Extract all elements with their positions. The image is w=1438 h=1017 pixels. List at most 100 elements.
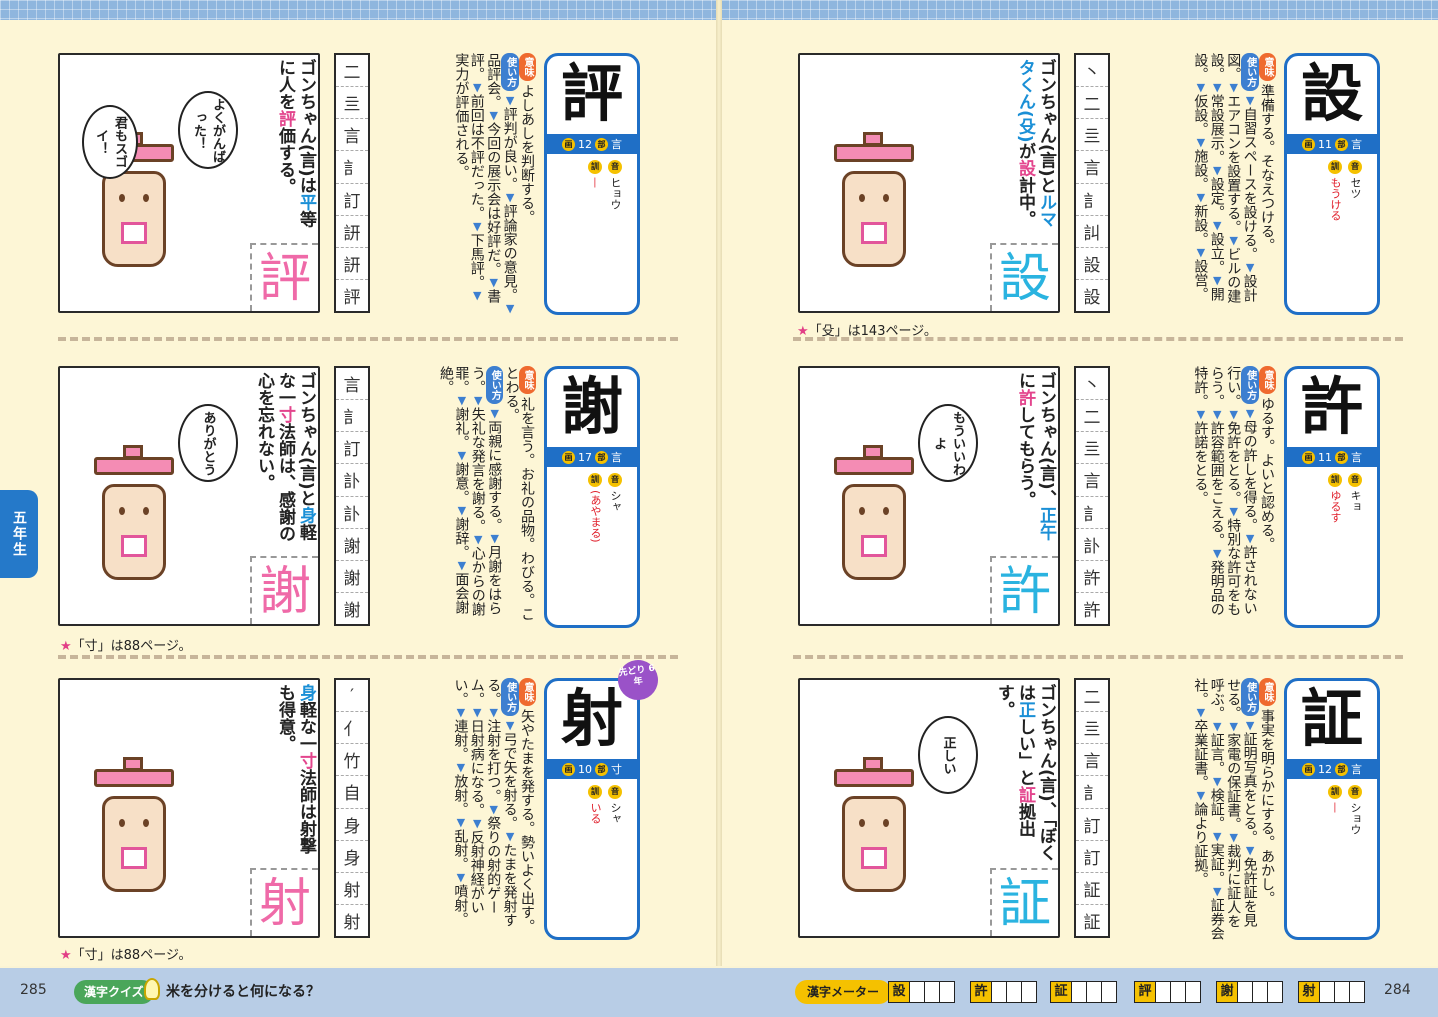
stroke-step: 丶 (1076, 55, 1108, 88)
page-number-left: 285 (20, 982, 47, 998)
usage-example: 母の許しを得る。 (1241, 420, 1258, 532)
usage-label: 使い方 (501, 53, 519, 91)
gon-chan-character (834, 132, 914, 267)
usage-example: 注射を打つ。 (485, 719, 502, 803)
colored-kanji: 証 (990, 868, 1058, 936)
bullet-triangle-icon: ▼ (1227, 720, 1241, 733)
stroke-step: 訃 (336, 464, 368, 497)
stroke-step: 許 (1076, 561, 1108, 593)
stroke-step: 証 (1076, 873, 1108, 905)
kun-reading: 訓(あやまる) (588, 473, 602, 543)
stroke-step: 亖 (1076, 712, 1108, 745)
speech-bubble: 正しい (918, 716, 978, 794)
radical: 言 (1351, 138, 1362, 151)
speech-bubble: もういいわよ (918, 404, 978, 482)
meaning-text: 矢やたまを発する。勢いよく出す。 (519, 709, 535, 933)
footnote: ★「寸」は88ページ。 (60, 948, 192, 963)
usage-example: 品評会。 (485, 53, 502, 109)
kanji-meter-item[interactable]: 射 (1298, 980, 1365, 1004)
stroke-order: 二亖言訁訂訮訮評 (334, 53, 370, 313)
usage-label: 使い方 (501, 678, 519, 716)
radical: 言 (611, 451, 622, 464)
kanji-meter-item[interactable]: 設 (888, 980, 955, 1004)
bullet-triangle-icon: ▼ (1227, 81, 1241, 94)
stroke-order: ′ 亻竹自身身射射 (334, 678, 370, 938)
usage-example: 弓で矢を射る。 (501, 732, 518, 830)
stroke-step: 亖 (1076, 119, 1108, 152)
usage-example: 仮設。 (1192, 94, 1209, 136)
bullet-triangle-icon: ▼ (503, 94, 517, 107)
usage-example: 下馬評。 (468, 233, 485, 289)
usage-example: 自習スペースを設ける。 (1241, 107, 1258, 261)
kanji-description: 意味準備する。そなえつける。 使い方▼自習スペースを設ける。▼設計図。▼エアコンを… (1120, 53, 1276, 315)
kun-reading: 訓— (588, 160, 602, 188)
stroke-count: 12 (1318, 762, 1332, 776)
kanji-meter-item[interactable]: 証 (1050, 980, 1117, 1004)
bullet-triangle-icon: ▼ (1243, 407, 1257, 420)
usage-example: 乱射。 (452, 829, 469, 871)
usage-example: 施設。 (1192, 149, 1209, 191)
stroke-step: 証 (1083, 912, 1101, 933)
mnemonic-note: 身軽な一寸法師は射撃も得意。 (275, 684, 316, 854)
stroke-count: 11 (1318, 450, 1332, 464)
gon-chan-character (94, 445, 174, 580)
stroke-step: 訮 (336, 248, 368, 280)
stroke-step: 射 (336, 873, 368, 905)
illustration (68, 686, 243, 932)
usage-example: 今回の展示会は好評だ。 (485, 122, 502, 276)
usage-example: 設定。 (1208, 177, 1225, 219)
bullet-triangle-icon: ▼ (470, 81, 484, 94)
bullet-triangle-icon: ▼ (470, 706, 484, 719)
grade-side-tab[interactable]: 五年生 (0, 490, 38, 578)
usage-example: 両親に感謝する。 (486, 420, 503, 532)
stroke-radical-bar: 画 12 部言 (1287, 759, 1377, 779)
usage-example: 評判が良い。 (501, 107, 518, 191)
mnemonic-note: ゴンちゃん(言)、正午に許してもらう。 (1015, 372, 1056, 541)
entry-divider (58, 655, 678, 659)
meaning-label: 意味 (1258, 366, 1276, 394)
kanji-quiz-question: 米を分けると何になる？ (166, 984, 320, 1000)
kanji-meter-item[interactable]: 謝 (1216, 980, 1283, 1004)
stroke-step: 亖 (1076, 432, 1108, 465)
illustration (808, 61, 983, 307)
illustration-panel: ありがとう ゴンちゃん(言)と身軽な一寸法師は、感謝の心を忘れない。謝 (58, 366, 320, 626)
usage-example: 実証。 (1208, 843, 1225, 885)
radical: 言 (1351, 451, 1362, 464)
kanji-meter-item[interactable]: 許 (970, 980, 1037, 1004)
colored-kanji: 設 (990, 243, 1058, 311)
stroke-step: 訂 (1076, 809, 1108, 841)
footnote: ★「寸」は88ページ。 (60, 639, 192, 654)
kanji-description: 意味事実を明らかにする。あかし。 使い方▼証明写真をとる。▼免許証を見せる。▼家電… (1120, 678, 1276, 940)
kanji-heading: 射 (560, 682, 623, 755)
meaning-text: ゆるす。よいと認める。 (1259, 397, 1275, 551)
bullet-triangle-icon: ▼ (1210, 81, 1224, 94)
speech-bubble: ありがとう (178, 404, 238, 482)
illustration-panel: ゴンちゃん(言)とルマタくん(殳)が設計中。設 (798, 53, 1060, 313)
meaning-label: 意味 (1258, 53, 1276, 81)
stroke-step: 訂 (336, 184, 368, 216)
bullet-triangle-icon: ▼ (1194, 81, 1208, 94)
usage-example: 謝礼。 (453, 407, 470, 449)
mnemonic-note: ゴンちゃん(言)は平等に人を評価する。 (275, 59, 316, 228)
kanji-meter-item[interactable]: 評 (1134, 980, 1201, 1004)
kanji-card: 設画 11 部言音セツ 訓もうける (1284, 53, 1380, 315)
kanji-card: 謝画 17 部言音シャ 訓(あやまる) (544, 366, 640, 628)
bullet-triangle-icon: ▼ (1210, 408, 1224, 421)
illustration-panel: 正しい ゴンちゃん(言)、「ぼくは正しい」と証拠出す。証 (798, 678, 1060, 938)
colored-kanji: 評 (250, 243, 318, 311)
bullet-triangle-icon: ▼ (454, 871, 468, 884)
stroke-order: 二亖言訁訂訂証証 (1074, 678, 1110, 938)
bullet-triangle-icon: ▼ (1210, 164, 1224, 177)
kanji-card: 評画 12 部言音ヒョウ 訓— (544, 53, 640, 315)
stroke-step: 訁 (1076, 497, 1108, 529)
entry-divider (58, 337, 678, 341)
stroke-step: 身 (336, 841, 368, 873)
usage-example: 設立。 (1208, 232, 1225, 274)
on-reading: 音キョ (1348, 473, 1362, 512)
bullet-triangle-icon: ▼ (1210, 219, 1224, 232)
page-number-right: 284 (1384, 982, 1411, 998)
bullet-triangle-icon: ▼ (470, 817, 484, 830)
stroke-step: 二 (336, 55, 368, 88)
kanji-description: 意味ゆるす。よいと認める。 使い方▼母の許しを得る。▼許されない行い。▼免許をとる… (1120, 366, 1276, 628)
stroke-step: 訃 (336, 497, 368, 529)
